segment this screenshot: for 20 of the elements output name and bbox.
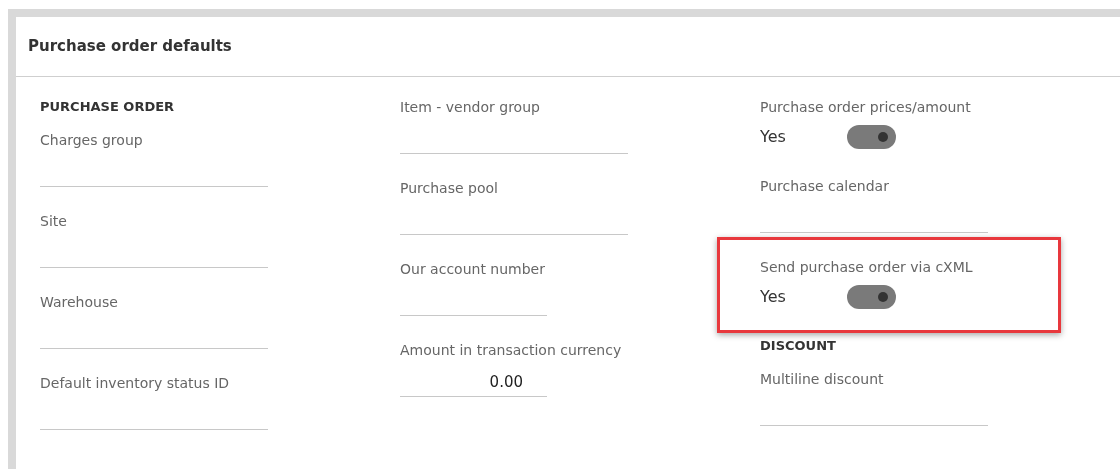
field-label: Amount in transaction currency bbox=[400, 341, 623, 360]
field-label: Default inventory status ID bbox=[40, 374, 231, 393]
field-label: Our account number bbox=[400, 260, 546, 279]
toggle-value: Yes bbox=[760, 126, 787, 148]
field-label: Charges group bbox=[40, 131, 144, 150]
field-label: Multiline discount bbox=[760, 370, 885, 389]
field-label: Warehouse bbox=[40, 293, 119, 312]
field-label: Item - vendor group bbox=[400, 98, 541, 117]
panel-title: Purchase order defaults bbox=[28, 36, 232, 58]
toggle-switch[interactable] bbox=[847, 285, 896, 309]
field-label: Purchase pool bbox=[400, 179, 499, 198]
field-label: Purchase order prices/amount bbox=[760, 98, 972, 117]
field-label: Send purchase order via cXML bbox=[760, 258, 974, 277]
section-heading: DISCOUNT bbox=[760, 337, 837, 355]
field-label: Site bbox=[40, 212, 68, 231]
field-label: Purchase calendar bbox=[760, 177, 890, 196]
section-heading: PURCHASE ORDER bbox=[40, 98, 176, 116]
input-field[interactable]: 0.00 bbox=[400, 360, 547, 397]
toggle-value: Yes bbox=[760, 286, 787, 308]
toggle-switch[interactable] bbox=[847, 125, 896, 149]
